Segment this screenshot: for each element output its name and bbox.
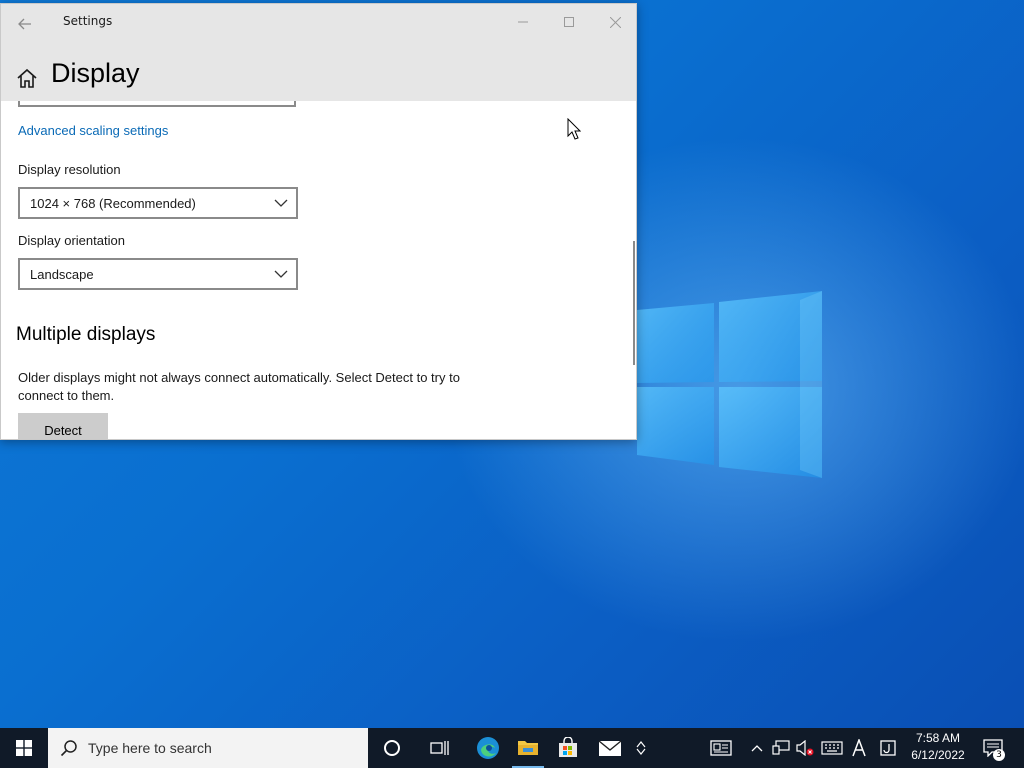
orientation-dropdown[interactable]: Landscape [18, 258, 298, 290]
maximize-icon [564, 17, 574, 27]
chevron-up-icon [636, 741, 646, 748]
home-icon[interactable] [15, 67, 39, 91]
search-icon [60, 740, 77, 757]
clock[interactable]: 7:58 AM 6/12/2022 [906, 730, 970, 764]
search-placeholder: Type here to search [88, 740, 212, 756]
close-button[interactable] [592, 6, 638, 38]
ime-letter-a-icon [852, 739, 866, 757]
search-box[interactable]: Type here to search [48, 728, 368, 768]
chevron-down-icon [274, 199, 288, 207]
task-view-icon [430, 741, 449, 755]
resolution-label: Display resolution [18, 162, 121, 177]
clock-date: 6/12/2022 [911, 748, 965, 762]
clock-time: 7:58 AM [915, 731, 961, 745]
network-button[interactable] [770, 728, 792, 768]
hidden-icons-button[interactable] [748, 728, 766, 768]
maximize-button[interactable] [546, 6, 592, 38]
multiple-displays-heading: Multiple displays [16, 324, 156, 345]
minimize-icon [518, 21, 528, 23]
orientation-label: Display orientation [18, 233, 125, 248]
volume-button[interactable] [794, 728, 816, 768]
back-button[interactable] [9, 10, 41, 38]
orientation-value: Landscape [30, 266, 94, 282]
chevron-down-icon [636, 748, 646, 755]
store-bag-icon [559, 737, 577, 757]
task-view-button[interactable] [418, 728, 462, 768]
folder-icon [518, 741, 538, 755]
action-center-button[interactable] [978, 728, 1008, 768]
advanced-scaling-link[interactable]: Advanced scaling settings [18, 123, 168, 138]
multiple-displays-description: Older displays might not always connect … [18, 370, 460, 403]
resolution-dropdown[interactable]: 1024 × 768 (Recommended) [18, 187, 298, 219]
ime-mode-icon [880, 740, 896, 756]
settings-window: Settings Display Advanced scaling settin… [0, 3, 637, 440]
ime-mode-button[interactable] [876, 728, 900, 768]
mail-envelope-icon [598, 740, 622, 756]
keyboard-button[interactable] [820, 728, 844, 768]
settings-content: Advanced scaling settings Display resolu… [1, 101, 636, 439]
back-arrow-icon [18, 18, 31, 30]
resolution-value: 1024 × 768 (Recommended) [30, 195, 196, 211]
windows-start-icon [16, 740, 32, 756]
page-title: Display [51, 58, 140, 88]
chevron-down-icon [274, 270, 288, 278]
taskbar: Type here to search 7:58 AM 6/12/2022 [0, 728, 1024, 768]
news-button[interactable] [706, 728, 736, 768]
news-icon [710, 740, 732, 756]
network-icon [772, 740, 790, 755]
title-bar: Settings Display [1, 4, 636, 101]
notification-badge: 3 [993, 749, 1005, 761]
store-button[interactable] [548, 728, 588, 768]
cortana-button[interactable] [370, 728, 414, 768]
edge-browser-icon [477, 737, 499, 759]
cortana-icon [384, 740, 400, 756]
scrollbar[interactable] [633, 241, 635, 365]
mouse-cursor-icon [567, 118, 581, 140]
edge-button[interactable] [466, 728, 510, 768]
volume-muted-icon [796, 740, 814, 756]
keyboard-icon [821, 741, 843, 755]
mail-button[interactable] [590, 728, 630, 768]
app-title: Settings [63, 14, 113, 28]
start-button[interactable] [0, 728, 48, 768]
minimize-button[interactable] [500, 6, 546, 38]
scale-dropdown-clipped[interactable] [18, 101, 296, 107]
taskbar-overflow-button[interactable] [632, 728, 650, 768]
detect-button-label: Detect [44, 422, 82, 438]
close-icon [609, 16, 621, 28]
detect-button[interactable]: Detect [18, 413, 108, 439]
chevron-up-icon [751, 745, 763, 752]
file-explorer-button[interactable] [512, 728, 544, 768]
input-language-button[interactable] [848, 728, 870, 768]
